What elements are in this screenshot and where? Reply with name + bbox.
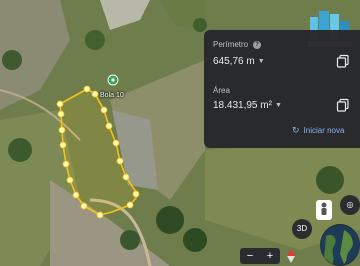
perimeter-label: Perímetro?	[213, 40, 262, 49]
polygon-vertex[interactable]	[83, 85, 91, 93]
polygon-vertex[interactable]	[56, 100, 64, 108]
zoom-out-button[interactable]: −	[240, 248, 260, 264]
perimeter-value[interactable]: 645,76 m ▼	[213, 56, 265, 67]
zoom-controls: − +	[240, 248, 280, 264]
globe-icon[interactable]	[320, 224, 360, 266]
polygon-vertex[interactable]	[62, 160, 70, 168]
start-new-measurement-button[interactable]: ↻ Iniciar nova	[292, 125, 344, 136]
3d-button[interactable]: 3D	[292, 219, 312, 239]
unit-dropdown-icon[interactable]: ▼	[258, 58, 265, 65]
measure-distance-panel: Perímetro? 645,76 m ▼ Área 18.431,95 m² ▼ …	[204, 30, 360, 148]
reset-icon: ↻	[292, 125, 300, 135]
polygon-vertex[interactable]	[91, 90, 99, 98]
pegman-icon[interactable]	[316, 200, 332, 220]
pin-label: Bola 10	[100, 92, 124, 99]
copy-icon[interactable]	[336, 98, 350, 112]
unit-dropdown-icon[interactable]: ▼	[275, 102, 282, 109]
polygon-vertex[interactable]	[116, 157, 124, 165]
help-icon[interactable]: ?	[253, 41, 262, 49]
area-value[interactable]: 18.431,95 m² ▼	[213, 100, 282, 111]
polygon-vertex[interactable]	[132, 190, 140, 198]
location-button[interactable]: ◎	[340, 195, 360, 215]
polygon-vertex[interactable]	[100, 106, 108, 114]
copy-icon[interactable]	[336, 54, 350, 68]
map-pin-icon[interactable]	[107, 74, 119, 86]
polygon-vertex[interactable]	[112, 139, 120, 147]
compass-icon[interactable]	[286, 249, 296, 263]
polygon-vertex[interactable]	[58, 126, 66, 134]
location-icon: ◎	[346, 200, 354, 209]
area-label: Área	[213, 86, 230, 95]
polygon-vertex[interactable]	[96, 211, 104, 219]
polygon-vertex[interactable]	[80, 202, 88, 210]
polygon-vertex[interactable]	[57, 110, 65, 118]
polygon-vertex[interactable]	[66, 176, 74, 184]
polygon-vertex[interactable]	[59, 141, 67, 149]
polygon-vertex[interactable]	[126, 201, 134, 209]
zoom-in-button[interactable]: +	[260, 248, 280, 264]
polygon-vertex[interactable]	[72, 191, 80, 199]
polygon-vertex[interactable]	[105, 122, 113, 130]
polygon-vertex[interactable]	[122, 173, 130, 181]
